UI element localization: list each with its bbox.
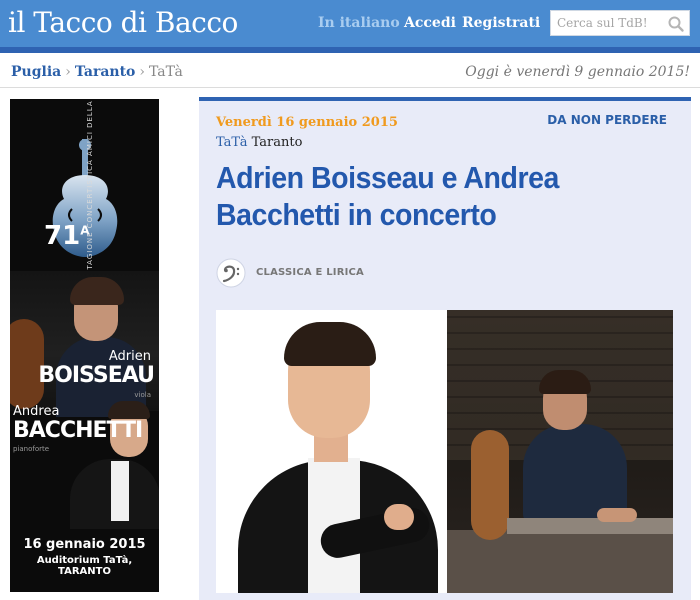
site-logo[interactable]: il Tacco di Bacco — [8, 6, 238, 39]
breadcrumb-separator: › — [139, 64, 146, 80]
artist2-role: pianoforte — [13, 445, 50, 453]
venue-city: Taranto — [251, 135, 303, 150]
floor — [447, 530, 673, 593]
artist2-shirt — [111, 461, 129, 521]
ad-concert-venue: Auditorium TaTà, TARANTO — [36, 555, 133, 577]
season-number-value: 71 — [44, 221, 81, 251]
highlight-badge: DA NON PERDERE — [547, 113, 667, 127]
pianist-hair — [284, 322, 376, 366]
pianist-photo — [216, 310, 447, 593]
today-date: Oggi è venerdì 9 gennaio 2015! — [465, 64, 690, 80]
sidebar-ad-banner[interactable]: 71A STAGIONE CONCERTISTICA AMICI DELLA M… — [10, 99, 159, 592]
bass-clef-icon — [216, 258, 246, 288]
divider — [0, 87, 700, 88]
breadcrumb: Puglia › Taranto › TaTà — [11, 64, 183, 80]
genre-link[interactable]: CLASSICA E LIRICA — [256, 267, 364, 278]
event-photo[interactable] — [216, 310, 673, 593]
search-input[interactable] — [557, 14, 661, 32]
artist1-first-name: Adrien — [108, 349, 151, 364]
search-icon[interactable] — [667, 15, 685, 33]
artist1-hair — [70, 277, 124, 305]
nav-login-link[interactable]: Accedi — [404, 15, 456, 31]
breadcrumb-current: TaTà — [149, 64, 183, 80]
event-date: Venerdì 16 gennaio 2015 — [216, 115, 398, 130]
event-card: Venerdì 16 gennaio 2015 DA NON PERDERE T… — [199, 101, 691, 600]
artist1-role: viola — [134, 391, 151, 399]
nav-register-link[interactable]: Registrati — [462, 15, 540, 31]
breadcrumb-separator: › — [65, 64, 71, 80]
header-accent-bar — [0, 47, 700, 53]
nav-italian-link[interactable]: In italiano — [318, 15, 400, 31]
event-venue: TaTà Taranto — [216, 135, 302, 150]
violist-hair — [539, 370, 591, 394]
viola-shape — [471, 430, 509, 540]
artist1-photo — [10, 271, 159, 417]
ad-concert-date: 16 gennaio 2015 — [23, 537, 146, 552]
event-title: Adrien Boisseau e Andrea Bacchetti in co… — [216, 160, 559, 232]
site-header: il Tacco di Bacco In italiano Accedi Reg… — [0, 0, 700, 47]
season-text: STAGIONE CONCERTISTICA AMICI DELLA MUSIC… — [86, 99, 95, 275]
violist-photo — [447, 310, 673, 593]
breadcrumb-item-puglia[interactable]: Puglia — [11, 64, 61, 80]
pianist-hand — [384, 504, 414, 530]
artist2-first-name: Andrea — [13, 404, 60, 419]
artist1-last-name: BOISSEAU — [38, 363, 155, 388]
season-number: 71A — [44, 221, 89, 251]
breadcrumb-item-taranto[interactable]: Taranto — [75, 64, 136, 80]
artist2-hair — [108, 401, 150, 419]
venue-link[interactable]: TaTà — [216, 135, 247, 150]
violist-hands — [597, 508, 637, 522]
artist2-last-name: BACCHETTI — [13, 418, 143, 443]
table-top — [507, 518, 673, 534]
search-box — [550, 10, 690, 36]
